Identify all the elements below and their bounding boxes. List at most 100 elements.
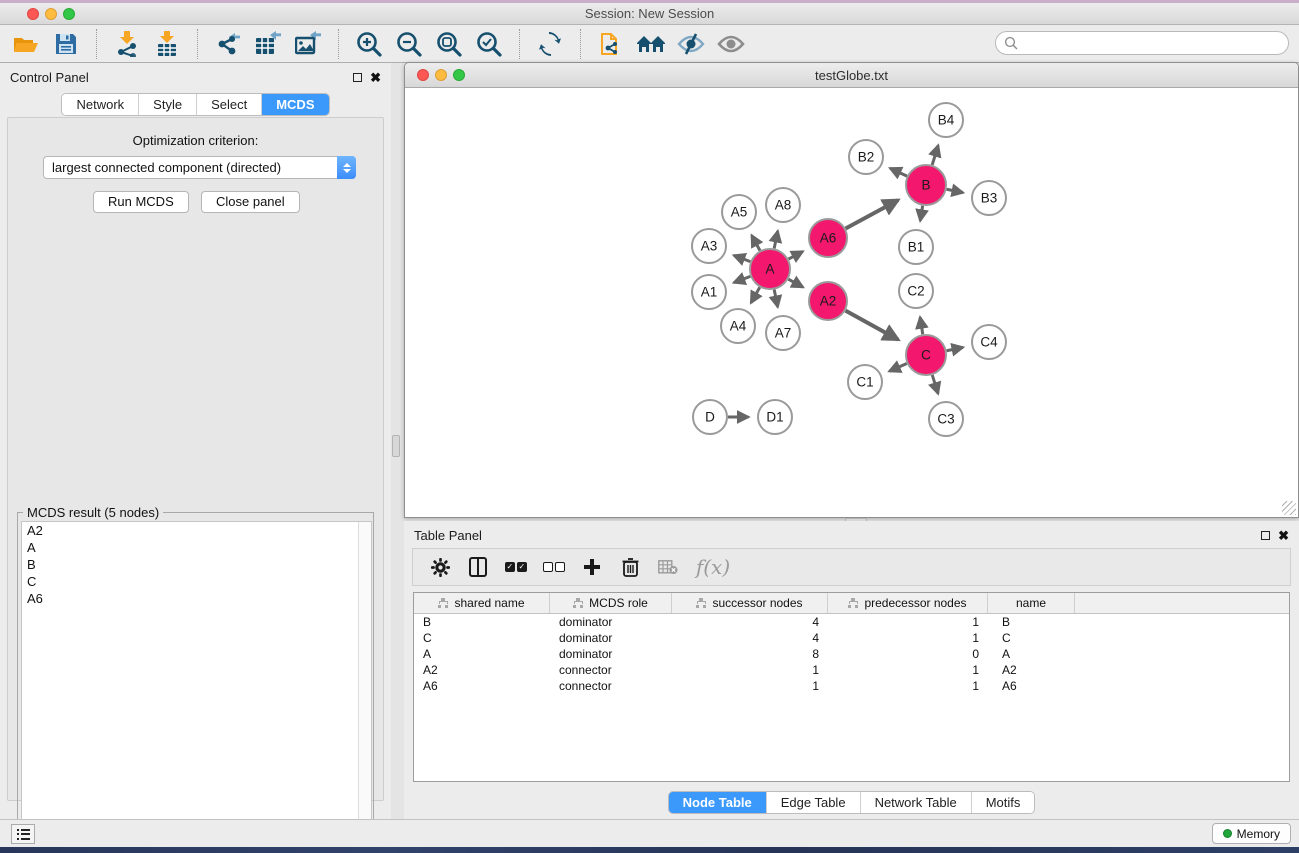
column-header-predecessor-nodes[interactable]: predecessor nodes xyxy=(828,593,988,613)
result-scrollbar[interactable] xyxy=(358,522,371,847)
memory-button[interactable]: Memory xyxy=(1212,823,1291,844)
column-header-MCDS-role[interactable]: MCDS role xyxy=(550,593,672,613)
create-column-button[interactable] xyxy=(575,552,609,582)
table-cell[interactable]: A6 xyxy=(988,678,1075,694)
zoom-in-button[interactable] xyxy=(349,28,389,60)
table-cell[interactable]: A2 xyxy=(414,662,550,678)
edge-A-A7[interactable] xyxy=(774,290,778,307)
column-header-successor-nodes[interactable]: successor nodes xyxy=(672,593,828,613)
tab-select[interactable]: Select xyxy=(196,94,261,115)
tab-mcds[interactable]: MCDS xyxy=(261,94,328,115)
optimization-criterion-select[interactable]: largest connected component (directed) xyxy=(43,156,356,179)
table-tab-motifs[interactable]: Motifs xyxy=(971,792,1035,813)
table-cell[interactable]: 1 xyxy=(672,662,828,678)
run-mcds-button[interactable]: Run MCDS xyxy=(93,191,189,213)
table-cell[interactable]: connector xyxy=(550,678,672,694)
edge-A-A4[interactable] xyxy=(751,287,760,302)
close-traffic-light[interactable] xyxy=(27,8,39,20)
table-cell[interactable]: connector xyxy=(550,662,672,678)
tab-network[interactable]: Network xyxy=(62,94,138,115)
save-session-button[interactable] xyxy=(46,28,86,60)
table-cell[interactable]: 1 xyxy=(828,662,988,678)
table-cell[interactable]: B xyxy=(988,614,1075,630)
column-header-name[interactable]: name xyxy=(988,593,1075,613)
edge-C-C3[interactable] xyxy=(932,375,938,394)
refresh-button[interactable] xyxy=(530,28,570,60)
edge-B-B1[interactable] xyxy=(920,206,922,221)
search-text-field[interactable] xyxy=(1018,36,1288,50)
delete-column-button[interactable] xyxy=(613,552,647,582)
network-minimize-traffic-light[interactable] xyxy=(435,69,447,81)
show-details-button[interactable] xyxy=(711,28,751,60)
table-tab-edge-table[interactable]: Edge Table xyxy=(766,792,860,813)
result-list-item[interactable]: A2 xyxy=(22,522,371,539)
import-network-button[interactable] xyxy=(107,28,147,60)
edge-C-C2[interactable] xyxy=(920,317,923,334)
hide-details-button[interactable] xyxy=(671,28,711,60)
delete-table-button[interactable] xyxy=(651,552,685,582)
edge-A-A3[interactable] xyxy=(734,255,750,261)
edge-C-C1[interactable] xyxy=(889,363,906,371)
edge-A-A8[interactable] xyxy=(774,231,778,248)
close-panel-button[interactable]: Close panel xyxy=(201,191,300,213)
table-settings-button[interactable] xyxy=(423,552,457,582)
table-cell[interactable]: 1 xyxy=(672,678,828,694)
table-cell[interactable]: dominator xyxy=(550,630,672,646)
edge-B-B4[interactable] xyxy=(932,145,938,165)
table-cell[interactable]: B xyxy=(414,614,550,630)
function-builder-button[interactable]: f(x) xyxy=(689,552,737,582)
deselect-all-button[interactable] xyxy=(537,552,571,582)
table-cell[interactable]: A2 xyxy=(988,662,1075,678)
result-list-item[interactable]: C xyxy=(22,573,371,590)
export-network-button[interactable] xyxy=(208,28,248,60)
network-close-traffic-light[interactable] xyxy=(417,69,429,81)
table-cell[interactable]: dominator xyxy=(550,614,672,630)
home-layout-button[interactable] xyxy=(631,28,671,60)
table-tab-network-table[interactable]: Network Table xyxy=(860,792,971,813)
table-cell[interactable]: C xyxy=(414,630,550,646)
minimize-traffic-light[interactable] xyxy=(45,8,57,20)
network-canvas[interactable]: AA1A2A3A4A5A6A7A8BB1B2B3B4CC1C2C3C4DD1 xyxy=(405,88,1298,517)
export-table-button[interactable] xyxy=(248,28,288,60)
result-list-item[interactable]: A6 xyxy=(22,590,371,607)
table-cell[interactable]: 4 xyxy=(672,614,828,630)
table-cell[interactable]: A xyxy=(414,646,550,662)
edge-B-B2[interactable] xyxy=(890,168,907,176)
table-tab-node-table[interactable]: Node Table xyxy=(669,792,766,813)
table-row[interactable]: Adominator80A xyxy=(414,646,1289,662)
zoom-selected-button[interactable] xyxy=(469,28,509,60)
table-row[interactable]: Bdominator41B xyxy=(414,614,1289,630)
search-input[interactable] xyxy=(995,31,1289,55)
edge-C-C4[interactable] xyxy=(947,347,963,350)
close-table-panel-icon[interactable]: ✖ xyxy=(1278,531,1289,540)
table-cell[interactable]: 4 xyxy=(672,630,828,646)
window-resize-grip[interactable] xyxy=(1282,501,1296,515)
select-all-button[interactable] xyxy=(499,552,533,582)
export-image-button[interactable] xyxy=(288,28,328,60)
table-cell[interactable]: 1 xyxy=(828,630,988,646)
import-table-button[interactable] xyxy=(147,28,187,60)
edge-A-A5[interactable] xyxy=(752,235,760,250)
table-cell[interactable]: dominator xyxy=(550,646,672,662)
network-graph[interactable]: AA1A2A3A4A5A6A7A8BB1B2B3B4CC1C2C3C4DD1 xyxy=(405,88,1298,517)
table-row[interactable]: A2connector11A2 xyxy=(414,662,1289,678)
edge-B-B3[interactable] xyxy=(947,189,963,192)
network-window-titlebar[interactable]: testGlobe.txt xyxy=(405,63,1298,88)
table-row[interactable]: A6connector11A6 xyxy=(414,678,1289,694)
tab-style[interactable]: Style xyxy=(138,94,196,115)
main-titlebar[interactable]: Session: New Session xyxy=(0,3,1299,25)
mcds-result-list[interactable]: A2ABCA6 xyxy=(21,521,372,848)
network-window[interactable]: testGlobe.txt AA1A2A3A4A5A6A7A8BB1B2B3B4… xyxy=(404,62,1299,518)
zoom-out-button[interactable] xyxy=(389,28,429,60)
edge-A-A2[interactable] xyxy=(788,279,803,287)
result-list-item[interactable]: B xyxy=(22,556,371,573)
node-table[interactable]: shared nameMCDS rolesuccessor nodesprede… xyxy=(413,592,1290,782)
new-network-button[interactable] xyxy=(591,28,631,60)
edge-A6-B[interactable] xyxy=(846,200,898,228)
edge-A-A1[interactable] xyxy=(734,276,750,282)
result-list-item[interactable]: A xyxy=(22,539,371,556)
open-session-button[interactable] xyxy=(6,28,46,60)
zoom-fit-button[interactable] xyxy=(429,28,469,60)
float-table-panel-icon[interactable] xyxy=(1261,531,1270,540)
float-panel-icon[interactable] xyxy=(353,73,362,82)
